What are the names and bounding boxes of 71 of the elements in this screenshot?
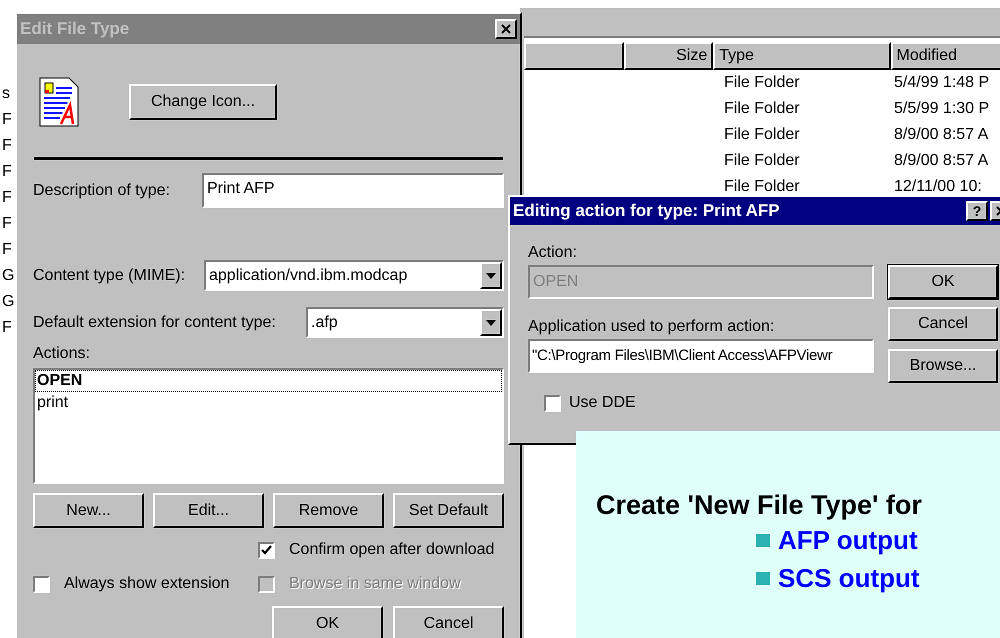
window-title: Edit File Type: [20, 18, 130, 40]
list-letter: F: [2, 111, 13, 128]
bullet-icon: [756, 534, 770, 546]
dialog-button[interactable]: Cancel: [888, 307, 998, 341]
option-label: Browse in same window: [289, 574, 461, 594]
dialog-button[interactable]: OK: [888, 265, 998, 299]
list-letter: G: [2, 293, 14, 310]
content-type-dropdown[interactable]: application/vnd.ibm.modcap: [204, 260, 504, 291]
checkbox[interactable]: [258, 542, 275, 558]
dropdown-button[interactable]: [480, 262, 502, 289]
dialog-button[interactable]: Browse...: [888, 349, 998, 383]
list-letter: s: [2, 85, 11, 102]
table-cell-text: 12/11/00 10:: [894, 177, 982, 197]
action-button[interactable]: Remove: [273, 493, 384, 528]
option-label: Confirm open after download: [289, 540, 494, 560]
dialog-button[interactable]: OK: [272, 606, 383, 638]
help-button[interactable]: ?: [966, 201, 988, 221]
caret-icon: [486, 272, 496, 278]
dropdown-value: application/vnd.ibm.modcap: [209, 266, 408, 286]
field-label: Action:: [528, 243, 578, 263]
bullet-icon: [756, 572, 770, 584]
table-cell-text: 8/9/00 8:57 A: [894, 125, 988, 145]
change-icon-button[interactable]: Change Icon...: [129, 84, 277, 120]
field-label: Description of type:: [33, 180, 170, 200]
close-icon: [501, 24, 511, 34]
extension-dropdown[interactable]: .afp: [306, 307, 504, 338]
list-letter: F: [2, 215, 13, 232]
checkbox[interactable]: [33, 576, 50, 592]
table-cell-text: 5/4/99 1:48 P: [894, 73, 990, 93]
list-letter: F: [2, 137, 13, 154]
dropdown-value: .afp: [311, 312, 338, 332]
table-cell-text: File Folder: [724, 151, 801, 171]
action-button[interactable]: New...: [33, 493, 144, 528]
table-cell-text: 8/9/00 8:57 A: [894, 151, 988, 171]
checkbox[interactable]: [544, 394, 561, 412]
table-cell-text: File Folder: [724, 177, 801, 197]
table-cell-text: File Folder: [724, 73, 801, 93]
bullet-text: SCS output: [778, 562, 920, 594]
option-label: Always show extension: [64, 574, 230, 594]
action-button[interactable]: Edit...: [153, 493, 264, 528]
field-label: Default extension for content type:: [33, 312, 276, 332]
list-letter: F: [2, 189, 13, 206]
list-letter: F: [2, 319, 13, 336]
option-label: Use DDE: [569, 393, 636, 413]
column-header[interactable]: Size: [624, 42, 714, 70]
table-cell-text: 5/5/99 1:30 P: [894, 99, 990, 119]
list-letter: F: [2, 163, 13, 180]
bullet-text: AFP output: [778, 524, 918, 556]
column-header[interactable]: Type: [713, 42, 890, 70]
list-letter: G: [2, 267, 14, 284]
description-field[interactable]: Print AFP: [202, 173, 504, 208]
table-cell-text: File Folder: [724, 99, 801, 119]
application-field[interactable]: "C:\Program Files\IBM\Client Access\AFPViewr: [528, 339, 874, 373]
column-header[interactable]: Modified: [890, 42, 1000, 70]
dialog-button[interactable]: Cancel: [393, 606, 504, 638]
window-title: Editing action for type: Print AFP: [513, 200, 780, 222]
column-header[interactable]: [524, 42, 624, 70]
list-item[interactable]: print: [35, 392, 502, 414]
table-cell-text: File Folder: [724, 125, 801, 145]
list-item[interactable]: OPEN: [35, 370, 502, 392]
list-letter: F: [2, 241, 13, 258]
close-button[interactable]: [495, 19, 517, 39]
checkmark-icon: [261, 545, 272, 555]
document-icon: [39, 77, 79, 127]
action-button[interactable]: Set Default: [393, 493, 504, 528]
field-label: Application used to perform action:: [528, 317, 776, 337]
field-label: Actions:: [33, 344, 91, 364]
field-label: Content type (MIME):: [33, 266, 186, 286]
callout-heading: Create 'New File Type' for: [596, 489, 923, 521]
caret-icon: [486, 320, 496, 326]
dropdown-button[interactable]: [480, 309, 502, 336]
